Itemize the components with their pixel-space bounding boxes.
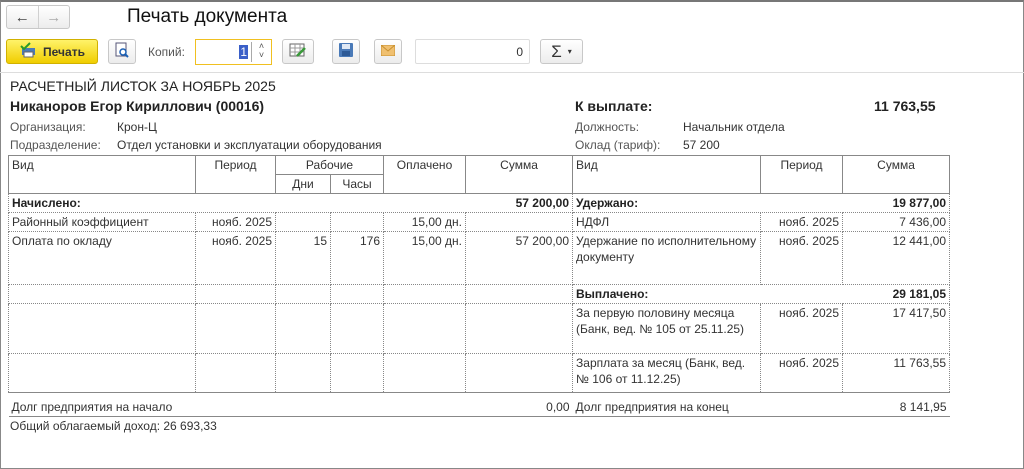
accrual-hours: 176 (329, 231, 385, 285)
col-sum: Сумма (465, 155, 574, 194)
table-row: Оплата по окладу нояб. 2025 15 176 15,00… (8, 231, 951, 285)
position-label: Должность: (575, 120, 640, 134)
totals-row: Начислено: 57 200,00 Удержано: 19 877,00 (7, 193, 951, 213)
rate-value: 57 200 (683, 138, 720, 152)
table-row: За первую половину месяца (Банк, вед. № … (8, 303, 951, 354)
col-period2: Период (760, 155, 844, 194)
payslip-table: Вид Период Рабочие Оплачено Сумма Вид Пе… (7, 155, 951, 417)
payment-period: нояб. 2025 (760, 303, 844, 354)
accrual-sum (465, 212, 574, 232)
employee-name: Никаноров Егор Кириллович (00016) (10, 98, 265, 114)
table-edit-icon (289, 42, 307, 61)
chevron-down-icon: ▾ (567, 47, 572, 56)
col-hours: Часы (329, 174, 385, 194)
spin-down[interactable]: ˅ (252, 51, 271, 60)
rate-label: Оклад (тариф): (575, 138, 661, 152)
withholding-period: нояб. 2025 (760, 212, 844, 232)
position-value: Начальник отдела (683, 120, 785, 134)
preview-button[interactable] (108, 39, 136, 64)
taxable-income: Общий облагаемый доход: 26 693,33 (10, 419, 217, 433)
payment-kind: За первую половину месяца (Банк, вед. № … (572, 303, 762, 354)
accrual-kind: Районный коэффициент (8, 212, 196, 232)
withholding-sum: 7 436,00 (842, 212, 951, 232)
copies-value: 1 (239, 45, 248, 59)
header-row: Вид Период Рабочие Оплачено Сумма Вид Пе… (8, 155, 951, 194)
printer-icon (19, 42, 37, 61)
accrual-kind: Оплата по окладу (8, 231, 196, 285)
table-row: Районный коэффициент нояб. 2025 15,00 дн… (8, 212, 951, 232)
withheld-total: 19 877,00 (892, 196, 947, 210)
edit-table-button[interactable] (282, 39, 314, 64)
paid-out-row: Выплачено: 29 181,05 (8, 284, 951, 304)
payment-period: нояб. 2025 (760, 353, 844, 393)
debt-end-label: Долг предприятия на конец (575, 399, 729, 414)
withholding-period: нояб. 2025 (760, 231, 844, 285)
accrued-label: Начислено: (12, 196, 81, 210)
org-value: Крон-Ц (117, 120, 157, 134)
col-period: Период (195, 155, 276, 194)
col-paid: Оплачено (383, 155, 467, 194)
copies-spinner[interactable]: ˄ ˅ (251, 42, 271, 62)
withheld-label: Удержано: (576, 196, 639, 210)
withholding-sum: 12 441,00 (842, 231, 951, 285)
col-work: Рабочие (274, 155, 385, 175)
payment-sum: 11 763,55 (842, 353, 951, 393)
org-label: Организация: (10, 120, 86, 134)
to-pay-value: 11 763,55 (874, 98, 936, 114)
accrued-total: 57 200,00 (515, 196, 570, 210)
debt-start-value: 0,00 (546, 399, 570, 414)
paid-out-total: 29 181,05 (892, 287, 947, 301)
nav-buttons: ← → (6, 5, 70, 29)
accrual-period: нояб. 2025 (195, 212, 276, 232)
preview-icon (115, 42, 129, 61)
envelope-icon (380, 44, 396, 59)
accrual-days (275, 212, 331, 232)
payment-kind: Зарплата за месяц (Банк, вед. № 106 от 1… (572, 353, 762, 393)
accrual-sum: 57 200,00 (465, 231, 574, 285)
withholding-kind: НДФЛ (572, 212, 762, 232)
sigma-icon: Σ (551, 41, 562, 61)
email-button[interactable] (374, 39, 402, 64)
print-label: Печать (43, 44, 85, 59)
col-kind2: Вид (572, 155, 762, 194)
payment-sum: 17 417,50 (842, 303, 951, 354)
to-pay-label: К выплате: (575, 98, 653, 114)
dept-value: Отдел установки и эксплуатации оборудова… (117, 138, 382, 152)
toolbar-divider (0, 72, 1024, 73)
window-title: Печать документа (127, 6, 288, 27)
copies-input[interactable]: 1 ˄ ˅ (195, 39, 272, 65)
withholding-kind: Удержание по исполнительному документу (572, 231, 762, 285)
debt-row: Долг предприятия на начало 0,00 Долг пред… (8, 397, 950, 417)
forward-button[interactable]: → (39, 6, 70, 28)
accrual-paid: 15,00 дн. (383, 231, 467, 285)
accrual-days: 15 (275, 231, 331, 285)
dept-label: Подразделение: (10, 138, 101, 152)
save-button[interactable] (332, 39, 360, 64)
table-row: Зарплата за месяц (Банк, вед. № 106 от 1… (8, 353, 951, 393)
print-button[interactable]: Печать (6, 39, 98, 64)
back-button[interactable]: ← (7, 6, 39, 28)
counter-field[interactable]: 0 (415, 39, 530, 64)
debt-start-label: Долг предприятия на начало (11, 399, 173, 414)
col-kind: Вид (8, 155, 196, 194)
paid-out-label: Выплачено: (576, 287, 649, 301)
doc-heading: РАСЧЕТНЫЙ ЛИСТОК ЗА НОЯБРЬ 2025 (10, 78, 276, 94)
copies-label: Копий: (148, 45, 185, 59)
accrual-paid: 15,00 дн. (383, 212, 467, 232)
accrual-hours (329, 212, 385, 232)
sum-button[interactable]: Σ ▾ (540, 39, 583, 64)
col-sum2: Сумма (842, 155, 951, 194)
floppy-icon (339, 43, 353, 60)
col-days: Дни (275, 174, 331, 194)
debt-end-value: 8 141,95 (899, 399, 947, 414)
accrual-period: нояб. 2025 (195, 231, 276, 285)
